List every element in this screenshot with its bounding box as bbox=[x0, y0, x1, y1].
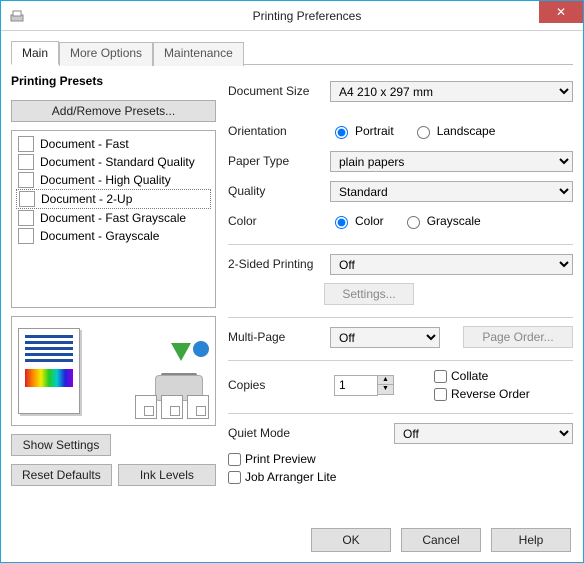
copies-spinner[interactable]: ▲▼ bbox=[334, 375, 394, 396]
printer-icon bbox=[9, 8, 25, 24]
two-sided-settings-button: Settings... bbox=[324, 283, 414, 305]
paper-type-select[interactable]: plain papers bbox=[330, 151, 573, 172]
list-item-label: Document - Standard Quality bbox=[40, 155, 195, 169]
pages-icon bbox=[135, 395, 209, 419]
close-icon: ✕ bbox=[556, 5, 566, 19]
list-item[interactable]: Document - 2-Up bbox=[16, 189, 211, 209]
list-item-label: Document - Fast bbox=[40, 137, 129, 151]
add-remove-presets-button[interactable]: Add/Remove Presets... bbox=[11, 100, 216, 122]
tab-strip: Main More Options Maintenance bbox=[11, 40, 573, 65]
multi-page-label: Multi-Page bbox=[228, 330, 324, 344]
quality-select[interactable]: Standard bbox=[330, 181, 573, 202]
presets-heading: Printing Presets bbox=[11, 74, 216, 88]
list-item[interactable]: Document - High Quality bbox=[16, 171, 211, 189]
quiet-mode-select[interactable]: Off bbox=[394, 423, 573, 444]
preset-icon bbox=[18, 210, 34, 226]
dialog-footer: OK Cancel Help bbox=[311, 528, 571, 552]
preset-icon bbox=[18, 172, 34, 188]
color-color-radio[interactable]: Color bbox=[330, 213, 384, 229]
print-preview-checkbox[interactable]: Print Preview bbox=[228, 452, 573, 466]
list-item-label: Document - 2-Up bbox=[41, 192, 132, 206]
document-size-select[interactable]: A4 210 x 297 mm bbox=[330, 81, 573, 102]
dialog-content: Main More Options Maintenance Printing P… bbox=[1, 31, 583, 496]
preset-icon bbox=[18, 136, 34, 152]
list-item-label: Document - Grayscale bbox=[40, 229, 159, 243]
preset-icon bbox=[18, 228, 34, 244]
reset-defaults-button[interactable]: Reset Defaults bbox=[11, 464, 112, 486]
show-settings-button[interactable]: Show Settings bbox=[11, 434, 111, 456]
ok-button[interactable]: OK bbox=[311, 528, 391, 552]
copies-input[interactable] bbox=[334, 375, 378, 396]
job-arranger-checkbox[interactable]: Job Arranger Lite bbox=[228, 470, 573, 484]
orientation-portrait-radio[interactable]: Portrait bbox=[330, 123, 394, 139]
ink-levels-button[interactable]: Ink Levels bbox=[118, 464, 216, 486]
list-item[interactable]: Document - Fast bbox=[16, 135, 211, 153]
two-sided-select[interactable]: Off bbox=[330, 254, 573, 275]
paper-type-label: Paper Type bbox=[228, 154, 324, 168]
preset-icon bbox=[19, 191, 35, 207]
titlebar: Printing Preferences ✕ bbox=[1, 1, 583, 31]
preview-page-icon bbox=[18, 328, 80, 414]
color-grayscale-radio[interactable]: Grayscale bbox=[402, 213, 481, 229]
quiet-mode-label: Quiet Mode bbox=[228, 426, 388, 440]
tab-more-options[interactable]: More Options bbox=[59, 42, 153, 66]
copies-label: Copies bbox=[228, 378, 324, 392]
list-item[interactable]: Document - Grayscale bbox=[16, 227, 211, 245]
right-column: Document Size A4 210 x 297 mm Orientatio… bbox=[228, 74, 573, 486]
cancel-button[interactable]: Cancel bbox=[401, 528, 481, 552]
collate-checkbox[interactable]: Collate bbox=[434, 369, 530, 383]
spin-down-icon[interactable]: ▼ bbox=[378, 385, 393, 394]
printer-output-icon bbox=[149, 341, 209, 401]
preset-icon bbox=[18, 154, 34, 170]
window-title: Printing Preferences bbox=[31, 9, 583, 23]
printing-preferences-window: Printing Preferences ✕ Main More Options… bbox=[0, 0, 584, 563]
reverse-order-checkbox[interactable]: Reverse Order bbox=[434, 387, 530, 401]
document-size-label: Document Size bbox=[228, 84, 324, 98]
presets-listbox[interactable]: Document - Fast Document - Standard Qual… bbox=[11, 130, 216, 308]
color-label: Color bbox=[228, 214, 324, 228]
multi-page-select[interactable]: Off bbox=[330, 327, 440, 348]
tab-maintenance[interactable]: Maintenance bbox=[153, 42, 244, 66]
list-item[interactable]: Document - Standard Quality bbox=[16, 153, 211, 171]
list-item[interactable]: Document - Fast Grayscale bbox=[16, 209, 211, 227]
preview-pane bbox=[11, 316, 216, 426]
two-sided-label: 2-Sided Printing bbox=[228, 257, 324, 271]
list-item-label: Document - High Quality bbox=[40, 173, 171, 187]
help-button[interactable]: Help bbox=[491, 528, 571, 552]
tab-main[interactable]: Main bbox=[11, 41, 59, 65]
spin-up-icon[interactable]: ▲ bbox=[378, 376, 393, 385]
orientation-label: Orientation bbox=[228, 124, 324, 138]
page-order-button: Page Order... bbox=[463, 326, 573, 348]
list-item-label: Document - Fast Grayscale bbox=[40, 211, 186, 225]
left-column: Printing Presets Add/Remove Presets... D… bbox=[11, 74, 216, 486]
close-button[interactable]: ✕ bbox=[539, 1, 583, 23]
quality-label: Quality bbox=[228, 184, 324, 198]
orientation-landscape-radio[interactable]: Landscape bbox=[412, 123, 496, 139]
